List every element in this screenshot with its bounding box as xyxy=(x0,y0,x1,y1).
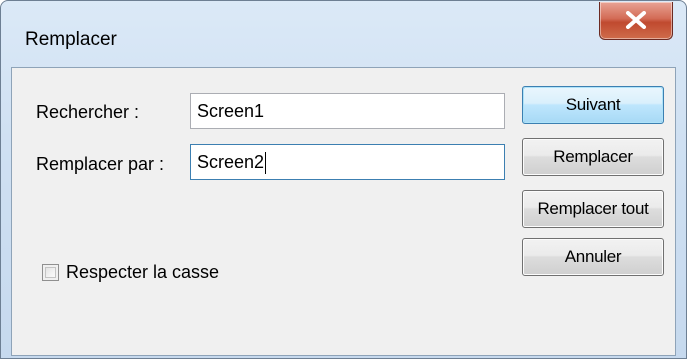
replace-input-value: Screen2 xyxy=(197,152,265,172)
text-caret xyxy=(265,152,267,175)
replace-dialog: Remplacer Rechercher : Screen1 Remplacer… xyxy=(0,0,687,359)
replace-label: Remplacer par : xyxy=(36,154,165,174)
replace-input[interactable]: Screen2 xyxy=(190,144,505,180)
replace-button[interactable]: Remplacer xyxy=(522,138,664,176)
dialog-content: Rechercher : Screen1 Remplacer par : Scr… xyxy=(11,67,676,356)
find-input-value: Screen1 xyxy=(197,101,265,121)
close-button[interactable] xyxy=(599,2,673,40)
close-icon xyxy=(626,11,646,29)
match-case-label[interactable]: Respecter la casse xyxy=(66,262,219,283)
find-label: Rechercher : xyxy=(36,102,140,122)
cancel-button[interactable]: Annuler xyxy=(522,238,664,276)
title-bar[interactable]: Remplacer xyxy=(1,1,686,67)
match-case-checkbox[interactable] xyxy=(42,264,59,281)
replace-all-button[interactable]: Remplacer tout xyxy=(522,190,664,228)
window-title: Remplacer xyxy=(25,29,117,50)
next-button[interactable]: Suivant xyxy=(522,86,664,124)
find-input[interactable]: Screen1 xyxy=(190,93,505,129)
